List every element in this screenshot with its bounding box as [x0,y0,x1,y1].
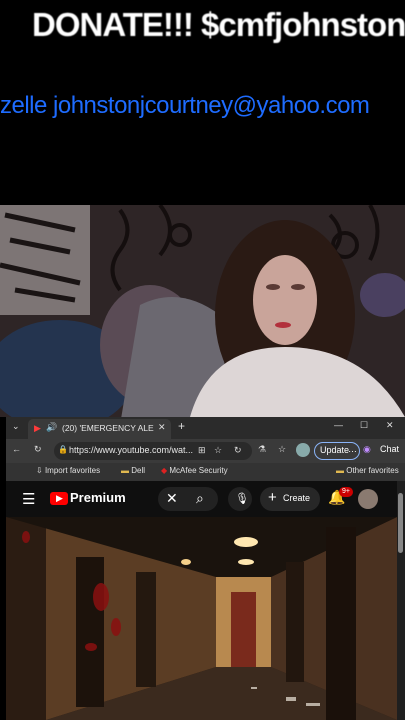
fav-item-import[interactable]: ⇩ Import favorites [36,466,100,475]
fav-label: McAfee Security [169,466,228,475]
refresh-icon[interactable]: ↻ [34,444,42,455]
minimize-icon[interactable]: — [334,420,343,430]
brand-label: Premium [70,490,126,505]
create-label: Create [283,493,311,503]
zelle-text: zelle johnstonjcourtney@yahoo.com [0,92,370,119]
plus-icon: + [268,489,277,506]
update-label: Update [320,445,350,455]
favorites-icon[interactable]: ☆ [278,444,286,455]
fav-item-other[interactable]: ▬ Other favorites [336,466,399,475]
webcam-scene [0,205,405,417]
tab-title: (20) 'EMERGENCY ALERT Activ [62,423,154,433]
tab-youtube[interactable]: ▶ 🔊 (20) 'EMERGENCY ALERT Activ ✕ [28,419,171,439]
fav-label: Dell [131,466,146,475]
copilot-icon: ◉ [363,444,371,454]
youtube-favicon-icon: ▶ [34,423,41,433]
refresh-alt-icon[interactable]: ↻ [234,445,242,456]
url-text: https://www.youtube.com/wat... [69,445,194,455]
extensions-icon[interactable]: ⚗ [258,444,266,455]
account-avatar[interactable] [358,489,378,509]
tab-bar: ⌄ ▶ 🔊 (20) 'EMERGENCY ALERT Activ ✕ + — … [6,417,405,439]
fav-label: Import favorites [44,466,101,475]
favorites-bar: ⇩ Import favorites ▬ Dell ◆ McAfee Secur… [6,463,405,482]
fav-item-mcafee[interactable]: ◆ McAfee Security [161,466,228,475]
tab-list-chevron-icon[interactable]: ⌄ [12,421,20,432]
fav-label: Other favorites [346,466,399,475]
lock-icon: 🔒 [58,445,68,454]
update-button[interactable]: Update … [314,442,360,460]
clear-search-icon[interactable]: ✕ [166,490,178,507]
video-frame [6,517,397,720]
donate-text: DONATE!!! $cmfjohnston [32,6,405,43]
maximize-icon[interactable]: ☐ [360,420,368,431]
page-scrollbar[interactable] [397,481,405,720]
url-field[interactable]: 🔒 https://www.youtube.com/wat... ⊞ ☆ ↻ [54,442,252,460]
create-button[interactable]: + Create [260,487,320,511]
reader-icon[interactable]: ⊞ [198,445,206,456]
folder-icon: ▬ [336,466,344,475]
profile-avatar[interactable] [296,443,310,457]
menu-icon[interactable]: ☰ [22,490,35,508]
zelle-banner: zelle johnstonjcourtney@yahoo.com [0,92,405,205]
youtube-header: ☰ ▶ Premium ✕ ⌕ 🎙 + Create 🔔 9+ [6,481,405,517]
search-box[interactable]: ✕ ⌕ [158,487,218,511]
new-tab-icon[interactable]: + [178,419,185,433]
microphone-icon: 🎙 [235,493,249,505]
mcafee-icon: ◆ [161,466,168,475]
close-window-icon[interactable]: ✕ [386,420,394,431]
address-bar-row: ← ↻ 🔒 https://www.youtube.com/wat... ⊞ ☆… [6,439,405,463]
chat-label: Chat [380,444,400,454]
fav-item-dell[interactable]: ▬ Dell [121,466,145,475]
voice-search-button[interactable]: 🎙 [228,487,252,511]
more-icon: … [348,444,357,454]
video-player[interactable] [6,517,397,720]
speaker-icon[interactable]: 🔊 [46,422,57,433]
youtube-logo-icon[interactable]: ▶ [50,492,68,505]
folder-icon: ▬ [121,466,129,475]
browser-window: ⌄ ▶ 🔊 (20) 'EMERGENCY ALERT Activ ✕ + — … [6,417,405,720]
import-icon: ⇩ [36,466,43,475]
webcam-feed [0,205,405,417]
donate-banner: DONATE!!! $cmfjohnston [0,0,405,95]
back-icon[interactable]: ← [12,444,21,454]
search-icon[interactable]: ⌕ [196,490,204,507]
scrollbar-thumb[interactable] [398,493,403,553]
favorite-star-icon[interactable]: ☆ [214,445,222,456]
notification-badge: 9+ [339,487,353,497]
chat-button[interactable]: ◉ Chat [363,442,403,458]
tab-close-icon[interactable]: ✕ [158,422,166,433]
